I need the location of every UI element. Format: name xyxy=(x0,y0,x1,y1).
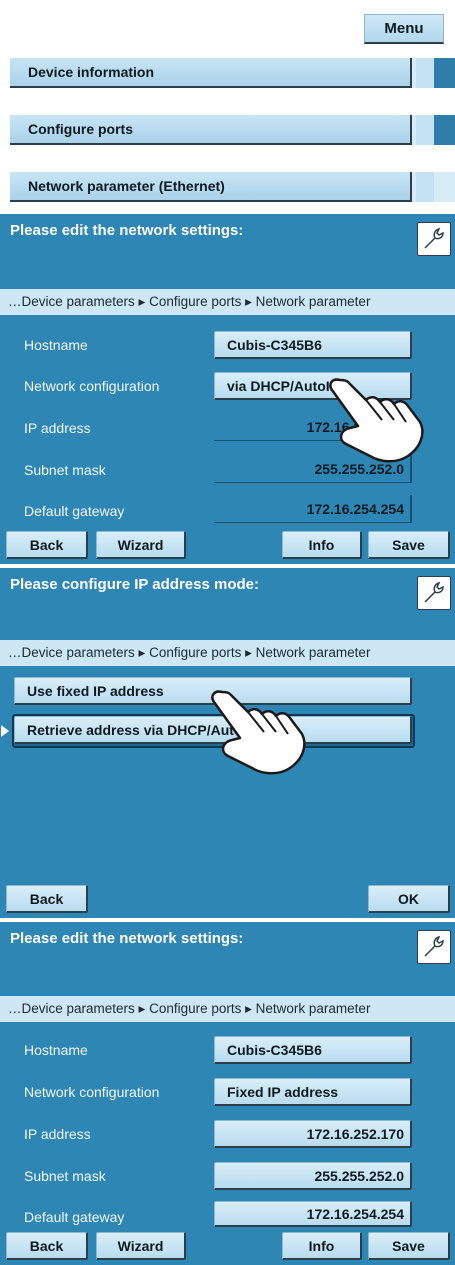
menu-item-accent xyxy=(434,115,455,145)
wizard-button[interactable]: Wizard xyxy=(96,1232,186,1260)
breadcrumb: …Device parameters ▸ Configure ports ▸ N… xyxy=(0,289,455,315)
subnet-mask-field[interactable]: 255.255.252.0 xyxy=(214,1162,412,1190)
menu-item-label: Configure ports xyxy=(10,115,412,145)
network-configuration-label: Network configuration xyxy=(24,378,160,394)
menu-item-network-parameter[interactable]: Network parameter (Ethernet) xyxy=(10,172,455,202)
menu-item-tail xyxy=(416,58,434,88)
breadcrumb: …Device parameters ▸ Configure ports ▸ N… xyxy=(0,996,455,1022)
network-configuration-field[interactable]: Fixed IP address xyxy=(214,1078,412,1106)
network-settings-panel-2: Please edit the network settings: …Devic… xyxy=(0,922,455,1227)
save-button[interactable]: Save xyxy=(368,1232,450,1260)
menu-item-configure-ports[interactable]: Configure ports xyxy=(10,115,455,145)
hostname-label: Hostname xyxy=(24,1042,88,1058)
menu-item-label: Device information xyxy=(10,58,412,88)
menu-item-label: Network parameter (Ethernet) xyxy=(10,172,412,202)
info-button[interactable]: Info xyxy=(282,1232,362,1260)
back-button[interactable]: Back xyxy=(6,531,88,559)
wrench-icon[interactable] xyxy=(417,576,451,610)
hostname-label: Hostname xyxy=(24,337,88,353)
subnet-mask-label: Subnet mask xyxy=(24,462,106,478)
ip-mode-panel: Please configure IP address mode: …Devic… xyxy=(0,568,455,880)
wrench-icon[interactable] xyxy=(417,930,451,964)
button-bar-3: Back Wizard Info Save xyxy=(0,1227,455,1265)
menu-item-device-information[interactable]: Device information xyxy=(10,58,455,88)
default-gateway-label: Default gateway xyxy=(24,1209,125,1225)
network-configuration-label: Network configuration xyxy=(24,1084,160,1100)
back-button[interactable]: Back xyxy=(6,1232,88,1260)
button-bar-2: Back OK xyxy=(0,880,455,918)
subnet-mask-label: Subnet mask xyxy=(24,1168,106,1184)
pointing-hand-icon xyxy=(329,378,424,463)
panel-title: Please configure IP address mode: xyxy=(10,576,259,593)
panel-title: Please edit the network settings: xyxy=(10,930,244,947)
selection-arrow-icon xyxy=(0,718,10,744)
wrench-icon[interactable] xyxy=(417,222,451,256)
menu-item-tail xyxy=(416,172,434,202)
ok-button[interactable]: OK xyxy=(368,885,450,913)
breadcrumb: …Device parameters ▸ Configure ports ▸ N… xyxy=(0,640,455,666)
default-gateway-label: Default gateway xyxy=(24,503,125,519)
menu-item-tail xyxy=(416,115,434,145)
button-bar-1: Back Wizard Info Save xyxy=(0,526,455,564)
ip-address-label: IP address xyxy=(24,1126,91,1142)
hostname-field[interactable]: Cubis-C345B6 xyxy=(214,1036,412,1064)
default-gateway-field[interactable]: 172.16.254.254 xyxy=(214,1201,412,1227)
save-button[interactable]: Save xyxy=(368,531,450,559)
network-settings-panel-1: Please edit the network settings: …Devic… xyxy=(0,214,455,526)
pointing-hand-icon xyxy=(211,690,306,775)
hostname-field[interactable]: Cubis-C345B6 xyxy=(214,331,412,359)
menu-button[interactable]: Menu xyxy=(364,14,444,44)
menu-item-accent xyxy=(434,58,455,88)
back-button[interactable]: Back xyxy=(6,885,88,913)
info-button[interactable]: Info xyxy=(282,531,362,559)
ip-address-field[interactable]: 172.16.252.170 xyxy=(214,1120,412,1148)
wizard-button[interactable]: Wizard xyxy=(96,531,186,559)
default-gateway-field[interactable]: 172.16.254.254 xyxy=(214,495,412,523)
ip-address-label: IP address xyxy=(24,420,91,436)
panel-title: Please edit the network settings: xyxy=(10,222,244,239)
